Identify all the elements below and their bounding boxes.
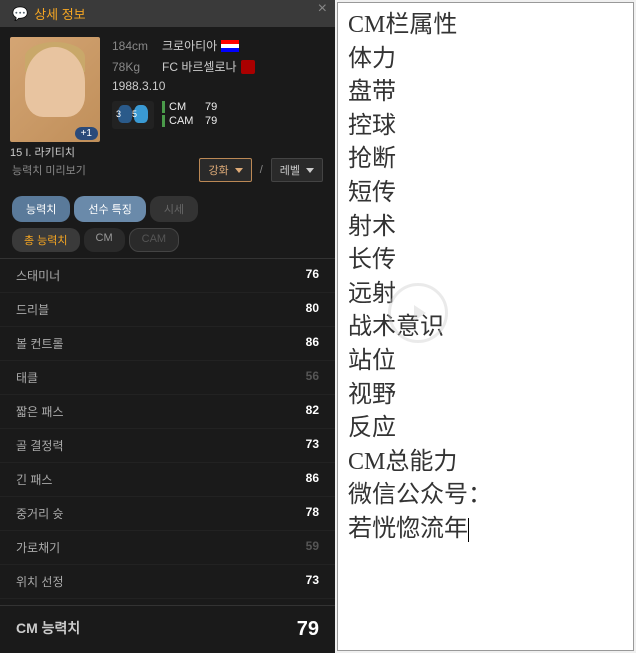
text-line: 抢断 xyxy=(348,143,623,177)
text-line: CM栏属性 xyxy=(348,9,623,43)
weight-value: 78Kg xyxy=(112,60,162,74)
text-editor[interactable]: CM栏属性体力盘带控球抢断短传射术长传远射战术意识站位视野反应CM总能力微信公众… xyxy=(337,2,634,651)
nationality-value: 크로아티아 xyxy=(162,37,217,54)
stat-value: 78 xyxy=(306,505,319,522)
tab-ability[interactable]: 능력치 xyxy=(12,196,70,222)
stat-name: 골 결정력 xyxy=(16,437,64,454)
stat-row: 중거리 슛 78 xyxy=(0,497,335,531)
text-line: 长传 xyxy=(348,244,623,278)
chevron-down-icon xyxy=(235,168,243,173)
stat-name: 긴 패스 xyxy=(16,471,52,488)
flag-icon xyxy=(221,40,239,52)
player-details: 184cm 크로아티아 78Kg FC 바르셀로나 1988.3.10 xyxy=(112,37,255,142)
chat-icon: 💬 xyxy=(12,6,28,22)
stat-name: 위치 선정 xyxy=(16,573,64,590)
position-list: CM 79 CAM 79 xyxy=(162,101,217,129)
stat-value: 73 xyxy=(306,437,319,454)
sub-tabs: 총 능력치 CM CAM xyxy=(0,222,335,259)
text-line: 若恍惚流年 xyxy=(348,513,623,547)
stat-name: 가로채기 xyxy=(16,539,60,556)
stat-value: 73 xyxy=(306,573,319,590)
preview-label: 능력치 미리보기 xyxy=(12,162,86,178)
main-tabs: 능력치 선수 특징 시세 xyxy=(0,188,335,222)
stat-value: 76 xyxy=(306,267,319,284)
stat-row: 볼 컨트롤 86 xyxy=(0,327,335,361)
club-badge-icon xyxy=(241,60,255,74)
stat-row: 짧은 패스 82 xyxy=(0,395,335,429)
play-watermark-icon xyxy=(388,283,448,343)
text-line: 短传 xyxy=(348,177,623,211)
tab-market[interactable]: 시세 xyxy=(150,196,198,222)
stat-name: 볼 컨트롤 xyxy=(16,335,64,352)
header-title: 상세 정보 xyxy=(34,4,85,23)
subtab-cm[interactable]: CM xyxy=(84,228,125,252)
player-number-name: 15 I. 라키티치 xyxy=(10,144,75,160)
stat-name: 태클 xyxy=(16,369,38,386)
stats-list[interactable]: 스태미너 76 드리블 80 볼 컨트롤 86 태클 56 짧은 패스 82 골 결정력 73 긴 패스… xyxy=(0,259,335,605)
chevron-down-icon xyxy=(306,168,314,173)
player-photo: +1 xyxy=(10,37,100,142)
stat-value: 80 xyxy=(306,301,319,318)
text-line: 盘带 xyxy=(348,76,623,110)
stat-row: 가로채기 59 xyxy=(0,531,335,565)
stat-value: 86 xyxy=(306,471,319,488)
text-line: 视野 xyxy=(348,379,623,413)
enhance-badge: +1 xyxy=(75,127,98,140)
text-cursor xyxy=(468,518,469,542)
enhance-dropdown[interactable]: 강화 xyxy=(199,158,251,182)
foot-preference: 3 5 xyxy=(112,101,154,129)
stat-value: 86 xyxy=(306,335,319,352)
player-detail-panel: 💬 상세 정보 × +1 15 I. 라키티치 184cm 크로아티아 xyxy=(0,0,335,653)
stat-name: 짧은 패스 xyxy=(16,403,64,420)
text-line: CM总能力 xyxy=(348,446,623,480)
text-line: 射术 xyxy=(348,211,623,245)
text-line: 体力 xyxy=(348,43,623,77)
tab-traits[interactable]: 선수 특징 xyxy=(74,196,146,222)
stat-value: 56 xyxy=(306,369,319,386)
text-line: 反应 xyxy=(348,412,623,446)
stat-name: 중거리 슛 xyxy=(16,505,64,522)
club-value: FC 바르셀로나 xyxy=(162,58,237,75)
stat-row: 위치 선정 73 xyxy=(0,565,335,599)
stat-value: 59 xyxy=(306,539,319,556)
stat-row: 골 결정력 73 xyxy=(0,429,335,463)
birthdate-value: 1988.3.10 xyxy=(112,79,165,93)
stat-row: 태클 56 xyxy=(0,361,335,395)
stat-row: 스태미너 76 xyxy=(0,259,335,293)
stat-row: 긴 패스 86 xyxy=(0,463,335,497)
subtab-total[interactable]: 총 능력치 xyxy=(12,228,80,252)
text-line: 控球 xyxy=(348,110,623,144)
total-label: CM 능력치 xyxy=(16,618,80,641)
stat-value: 82 xyxy=(306,403,319,420)
text-line: 微信公众号： xyxy=(348,479,623,513)
subtab-cam[interactable]: CAM xyxy=(129,228,179,252)
panel-header: 💬 상세 정보 × xyxy=(0,0,335,27)
text-editor-panel: CM栏属性体力盘带控球抢断短传射术长传远射战术意识站位视野反应CM总能力微信公众… xyxy=(335,0,636,653)
player-info-section: +1 15 I. 라키티치 184cm 크로아티아 78Kg FC 바르셀로나 xyxy=(0,27,335,152)
total-ability-row: CM 능력치 79 xyxy=(0,605,335,653)
stat-name: 드리블 xyxy=(16,301,49,318)
height-value: 184cm xyxy=(112,39,162,53)
level-dropdown[interactable]: 레벨 xyxy=(271,158,323,182)
total-value: 79 xyxy=(297,618,319,641)
stat-name: 스태미너 xyxy=(16,267,60,284)
close-icon[interactable]: × xyxy=(318,0,327,18)
text-line: 站位 xyxy=(348,345,623,379)
stat-row: 드리블 80 xyxy=(0,293,335,327)
